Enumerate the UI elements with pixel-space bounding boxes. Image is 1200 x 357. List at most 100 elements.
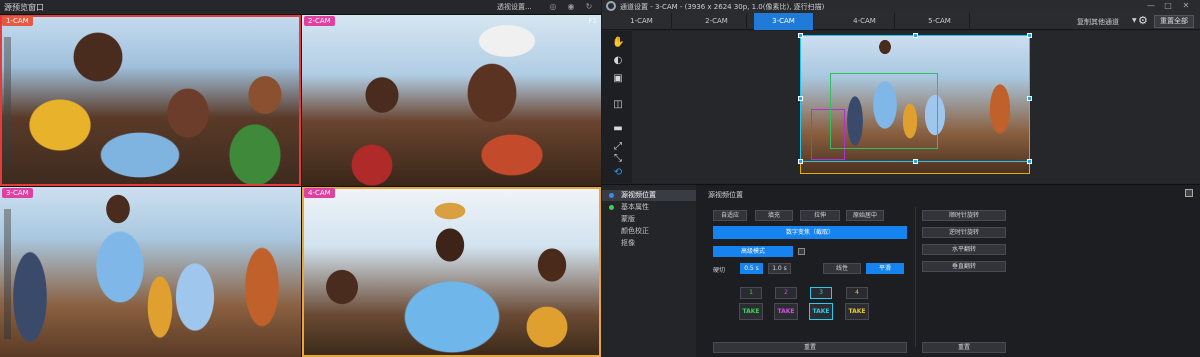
- hand-icon[interactable]: ✋: [612, 37, 624, 49]
- resize-handle[interactable]: [1027, 159, 1032, 164]
- refresh-icon[interactable]: ↻: [584, 2, 594, 12]
- cam-4-selection-frame: [302, 187, 601, 357]
- tab-2-cam[interactable]: 2-CAM: [687, 13, 747, 30]
- smooth-button[interactable]: 平滑: [866, 263, 904, 274]
- record-icon[interactable]: ◉: [566, 2, 576, 12]
- contrast-icon[interactable]: ◐: [612, 55, 624, 67]
- flip-horizontal-button[interactable]: 水平翻转: [922, 244, 1006, 255]
- cam-3-preview[interactable]: 3-CAM: [0, 187, 301, 357]
- tab-3-cam[interactable]: 3-CAM: [754, 13, 814, 30]
- nav-label: 源视频位置: [621, 191, 656, 199]
- portrait-icon[interactable]: ▣: [612, 73, 624, 85]
- rotate-clockwise-button[interactable]: 顺时针旋转: [922, 210, 1006, 221]
- status-dot: [609, 193, 614, 198]
- flip-vertical-button[interactable]: 垂直翻转: [922, 261, 1006, 272]
- maximize-icon[interactable]: □: [1162, 1, 1174, 11]
- settings-title: 源视频位置: [708, 191, 743, 199]
- fit-auto-button[interactable]: 自适应: [713, 210, 747, 221]
- position-2-button[interactable]: 2: [775, 287, 797, 299]
- cam-2-video: [302, 15, 601, 186]
- status-dot: [609, 205, 614, 210]
- app-logo-icon: [606, 1, 616, 11]
- resize-handle[interactable]: [1027, 96, 1032, 101]
- shrink-icon[interactable]: ⤡: [612, 153, 624, 165]
- take-1-button[interactable]: TAKE: [739, 303, 763, 320]
- take-3-button[interactable]: TAKE: [809, 303, 833, 320]
- expand-icon[interactable]: ⤢: [612, 141, 624, 153]
- crop-selection-box[interactable]: [798, 33, 1032, 164]
- fit-screen-icon[interactable]: ▬: [612, 123, 624, 135]
- resize-handle[interactable]: [798, 33, 803, 38]
- hard-cut-label: 硬切: [713, 267, 726, 274]
- duration-1-0-button[interactable]: 1.0 s: [768, 263, 791, 274]
- cam-3-tag[interactable]: 3-CAM: [2, 188, 33, 198]
- position-4-button[interactable]: 4: [846, 287, 868, 299]
- take-2-button[interactable]: TAKE: [774, 303, 798, 320]
- gear-icon[interactable]: ⚙: [1138, 14, 1148, 27]
- nav-keying[interactable]: 抠像: [602, 238, 696, 249]
- tab-1-cam[interactable]: 1-CAM: [612, 13, 672, 30]
- cam-1-preview[interactable]: 1-CAM: [0, 15, 301, 186]
- position-canvas[interactable]: [632, 31, 1200, 183]
- preview-titlebar: 源预览窗口 透视设置... ◎ ◉ ↻: [0, 0, 601, 15]
- reset-button[interactable]: 重置: [713, 342, 907, 353]
- reset-all-button[interactable]: 重置全部: [1154, 15, 1194, 28]
- nav-label: 颜色校正: [621, 227, 649, 235]
- cam-2-preview[interactable]: 2-CAM F1: [302, 15, 601, 186]
- channel-settings-window: 通道设置 - 3-CAM - (3936 x 2624 30p, 1.0(像素比…: [602, 0, 1200, 357]
- copy-other-channel-dropdown[interactable]: 复制其他通道: [1077, 17, 1119, 27]
- snapshot-icon[interactable]: ◎: [548, 2, 558, 12]
- cam-4-preview[interactable]: 4-CAM: [302, 187, 601, 357]
- take-4-button[interactable]: TAKE: [845, 303, 869, 320]
- marker-icon[interactable]: ◫: [612, 99, 624, 111]
- advanced-mode-button[interactable]: 高级模式: [713, 246, 793, 257]
- chevron-down-icon[interactable]: ▼: [1132, 17, 1137, 24]
- nav-label: 抠像: [621, 239, 635, 247]
- fill-button[interactable]: 填充: [755, 210, 793, 221]
- nav-label: 基本属性: [621, 203, 649, 211]
- linear-button[interactable]: 线性: [823, 263, 861, 274]
- cam-1-tag[interactable]: 1-CAM: [2, 16, 33, 26]
- resize-handle[interactable]: [1027, 33, 1032, 38]
- advanced-mode-checkbox[interactable]: [798, 248, 805, 255]
- close-icon[interactable]: ✕: [1180, 1, 1192, 11]
- minimize-icon[interactable]: —: [1145, 1, 1157, 11]
- panel-toggle-icon[interactable]: [1185, 189, 1193, 197]
- channel-tabs: 1-CAM 2-CAM 3-CAM 4-CAM 5-CAM 复制其他通道 ▼ ⚙…: [602, 13, 1200, 30]
- stretch-button[interactable]: 拉伸: [800, 210, 840, 221]
- resize-handle[interactable]: [913, 33, 918, 38]
- nav-source-position[interactable]: 源视频位置: [602, 190, 696, 201]
- preview-title: 源预览窗口: [4, 3, 44, 12]
- position-3-button[interactable]: 3: [810, 287, 832, 299]
- duration-0-5-button[interactable]: 0.5 s: [740, 263, 763, 274]
- rotate-counterclockwise-button[interactable]: 逆时针旋转: [922, 227, 1006, 238]
- settings-panel: 源视频位置 基本属性 蒙版 颜色校正 抠像 源视频位置 自适应 填充 拉伸 原始: [602, 184, 1200, 357]
- tab-5-cam[interactable]: 5-CAM: [910, 13, 970, 30]
- source-preview-window: 源预览窗口 透视设置... ◎ ◉ ↻ 1-CAM 2-CAM F1 3-CAM…: [0, 0, 601, 357]
- nav-mask[interactable]: 蒙版: [602, 214, 696, 225]
- reset-rotation-button[interactable]: 重置: [922, 342, 1006, 353]
- resize-handle[interactable]: [798, 96, 803, 101]
- nav-label: 蒙版: [621, 215, 635, 223]
- cam-4-tag[interactable]: 4-CAM: [304, 188, 335, 198]
- tool-strip: ✋ ◐ ▣ ◫ ▬ ⤢ ⤡ ⟲: [602, 31, 632, 183]
- source-position-settings: 源视频位置 自适应 填充 拉伸 原始居中 数字变焦（截取） 高级模式 硬切 0.…: [700, 185, 1200, 357]
- tab-4-cam[interactable]: 4-CAM: [835, 13, 895, 30]
- nav-color-correction[interactable]: 颜色校正: [602, 226, 696, 237]
- resize-handle[interactable]: [798, 159, 803, 164]
- resize-handle[interactable]: [913, 159, 918, 164]
- column-divider: [915, 207, 916, 347]
- cam-1-selection-frame: [0, 15, 301, 186]
- original-center-button[interactable]: 原始居中: [846, 210, 884, 221]
- settings-titlebar: 通道设置 - 3-CAM - (3936 x 2624 30p, 1.0(像素比…: [602, 0, 1200, 13]
- cam-3-audio-meter: [4, 209, 11, 339]
- settings-nav: 源视频位置 基本属性 蒙版 颜色校正 抠像: [602, 185, 696, 357]
- cam-2-tag[interactable]: 2-CAM: [304, 16, 335, 26]
- cam-3-video: [0, 187, 301, 357]
- nav-basic-properties[interactable]: 基本属性: [602, 202, 696, 213]
- perspective-settings-button[interactable]: 透视设置...: [497, 2, 532, 12]
- link-icon[interactable]: ⟲: [612, 167, 624, 179]
- digital-zoom-button[interactable]: 数字变焦（截取）: [713, 226, 907, 239]
- cam-2-hotkey: F1: [588, 17, 597, 25]
- position-1-button[interactable]: 1: [740, 287, 762, 299]
